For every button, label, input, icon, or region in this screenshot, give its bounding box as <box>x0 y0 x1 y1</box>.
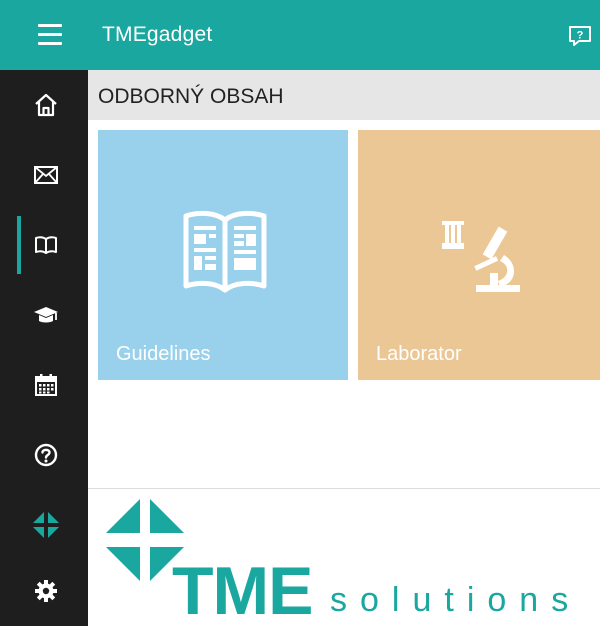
section-header: ODBORNÝ OBSAH <box>88 70 600 120</box>
tile-guidelines[interactable]: Guidelines <box>98 130 348 380</box>
sidebar-item-messages[interactable] <box>0 140 88 210</box>
tile-label: Guidelines <box>116 343 211 365</box>
microscope-icon <box>442 221 520 292</box>
help-icon <box>34 443 58 467</box>
graduation-cap-icon <box>34 307 58 323</box>
tile-label: Laborator <box>376 343 462 365</box>
feedback-icon[interactable]: ? <box>567 24 593 48</box>
sidebar-item-tme[interactable] <box>0 490 88 560</box>
tile-laborator[interactable]: Laborator <box>358 130 600 380</box>
hamburger-menu-icon[interactable] <box>30 24 70 46</box>
guidelines-book-icon <box>183 210 267 293</box>
tme-logo-icon <box>33 512 59 538</box>
sidebar-item-content[interactable] <box>0 210 88 280</box>
brand-name: TME <box>172 553 314 626</box>
brand-subtitle: solutions <box>330 581 582 619</box>
sidebar-item-home[interactable] <box>0 70 88 140</box>
sidebar-item-settings[interactable] <box>0 556 88 626</box>
divider <box>88 488 600 489</box>
home-icon <box>35 93 57 117</box>
sidebar-item-help[interactable] <box>0 420 88 490</box>
mail-icon <box>34 166 58 184</box>
app-title: TMEgadget <box>102 23 213 46</box>
tme-solutions-logo: TME solutions <box>100 495 600 626</box>
gear-icon <box>35 580 57 602</box>
top-bar: TMEgadget ? <box>0 0 600 70</box>
sidebar <box>0 70 88 626</box>
sidebar-item-calendar[interactable] <box>0 350 88 420</box>
svg-text:?: ? <box>577 30 584 42</box>
section-title: ODBORNÝ OBSAH <box>98 85 284 108</box>
book-icon <box>35 236 57 254</box>
sidebar-item-education[interactable] <box>0 280 88 350</box>
calendar-icon <box>35 374 57 396</box>
